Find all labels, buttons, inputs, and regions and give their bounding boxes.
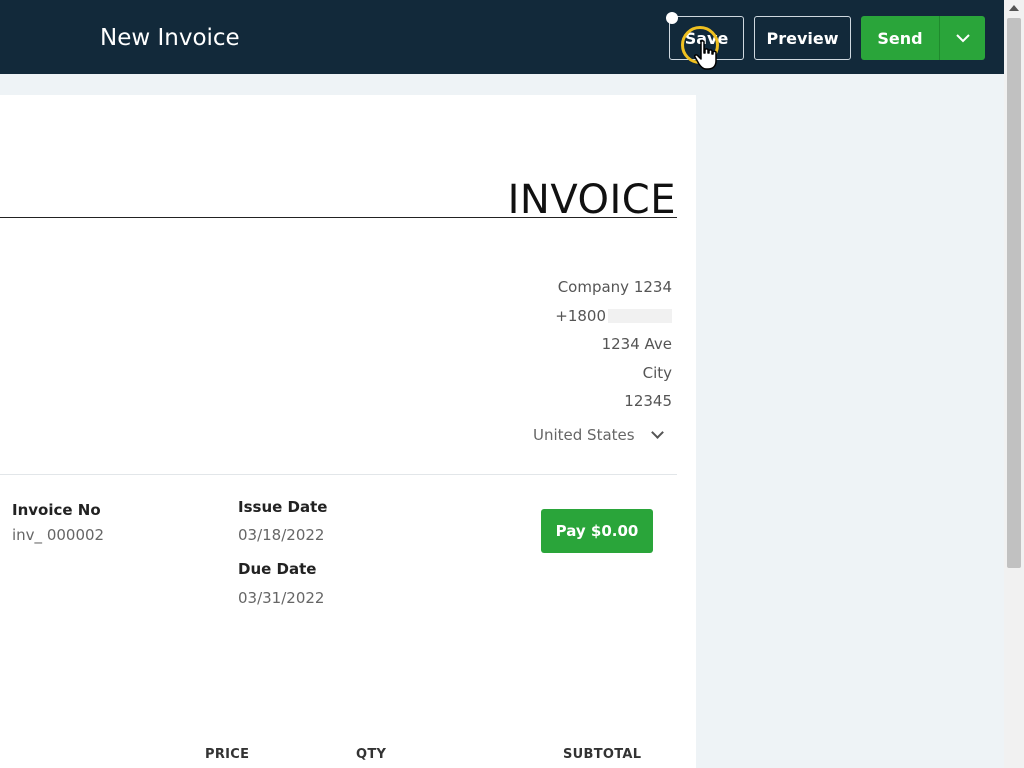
column-header-subtotal: SUBTOTAL <box>563 747 642 762</box>
company-street[interactable]: 1234 Ave <box>555 332 672 361</box>
due-date-field[interactable]: 03/31/2022 <box>238 589 324 607</box>
company-phone: +1800 <box>555 306 606 325</box>
send-options-toggle[interactable] <box>939 16 985 60</box>
heading-divider <box>0 217 677 218</box>
company-phone-row[interactable]: +1800 <box>555 304 672 333</box>
country-select-value: United States <box>533 426 635 444</box>
scrollbar-thumb[interactable] <box>1007 18 1021 568</box>
top-header-bar: New Invoice Save Preview Send <box>0 0 1004 74</box>
section-divider <box>0 474 677 475</box>
invoice-document: INVOICE Company 1234 +1800 1234 Ave City… <box>0 95 696 768</box>
country-select[interactable]: United States <box>533 426 664 444</box>
company-zip[interactable]: 12345 <box>555 389 672 418</box>
chevron-down-icon <box>650 426 664 439</box>
page-title: New Invoice <box>100 25 240 51</box>
cursor-dot <box>666 12 678 24</box>
scroll-up-arrow-icon[interactable] <box>1009 5 1019 11</box>
company-address-block: Company 1234 +1800 1234 Ave City 12345 <box>555 275 672 418</box>
issue-date-label: Issue Date <box>238 498 328 516</box>
issue-date-field[interactable]: 03/18/2022 <box>238 526 324 544</box>
chevron-down-icon <box>955 33 970 42</box>
company-city[interactable]: City <box>555 361 672 390</box>
company-name[interactable]: Company 1234 <box>555 275 672 304</box>
send-button[interactable]: Send <box>861 16 939 60</box>
pay-button[interactable]: Pay $0.00 <box>541 509 653 553</box>
redacted-phone-digits <box>608 309 672 323</box>
invoice-number-label: Invoice No <box>12 501 101 519</box>
hand-pointer-icon <box>694 40 717 70</box>
send-button-group: Send <box>861 16 985 60</box>
due-date-label: Due Date <box>238 560 317 578</box>
column-header-price: PRICE <box>205 747 250 762</box>
preview-button[interactable]: Preview <box>754 16 851 60</box>
invoice-number-field[interactable]: inv_ 000002 <box>12 526 104 544</box>
column-header-qty: QTY <box>356 747 387 762</box>
